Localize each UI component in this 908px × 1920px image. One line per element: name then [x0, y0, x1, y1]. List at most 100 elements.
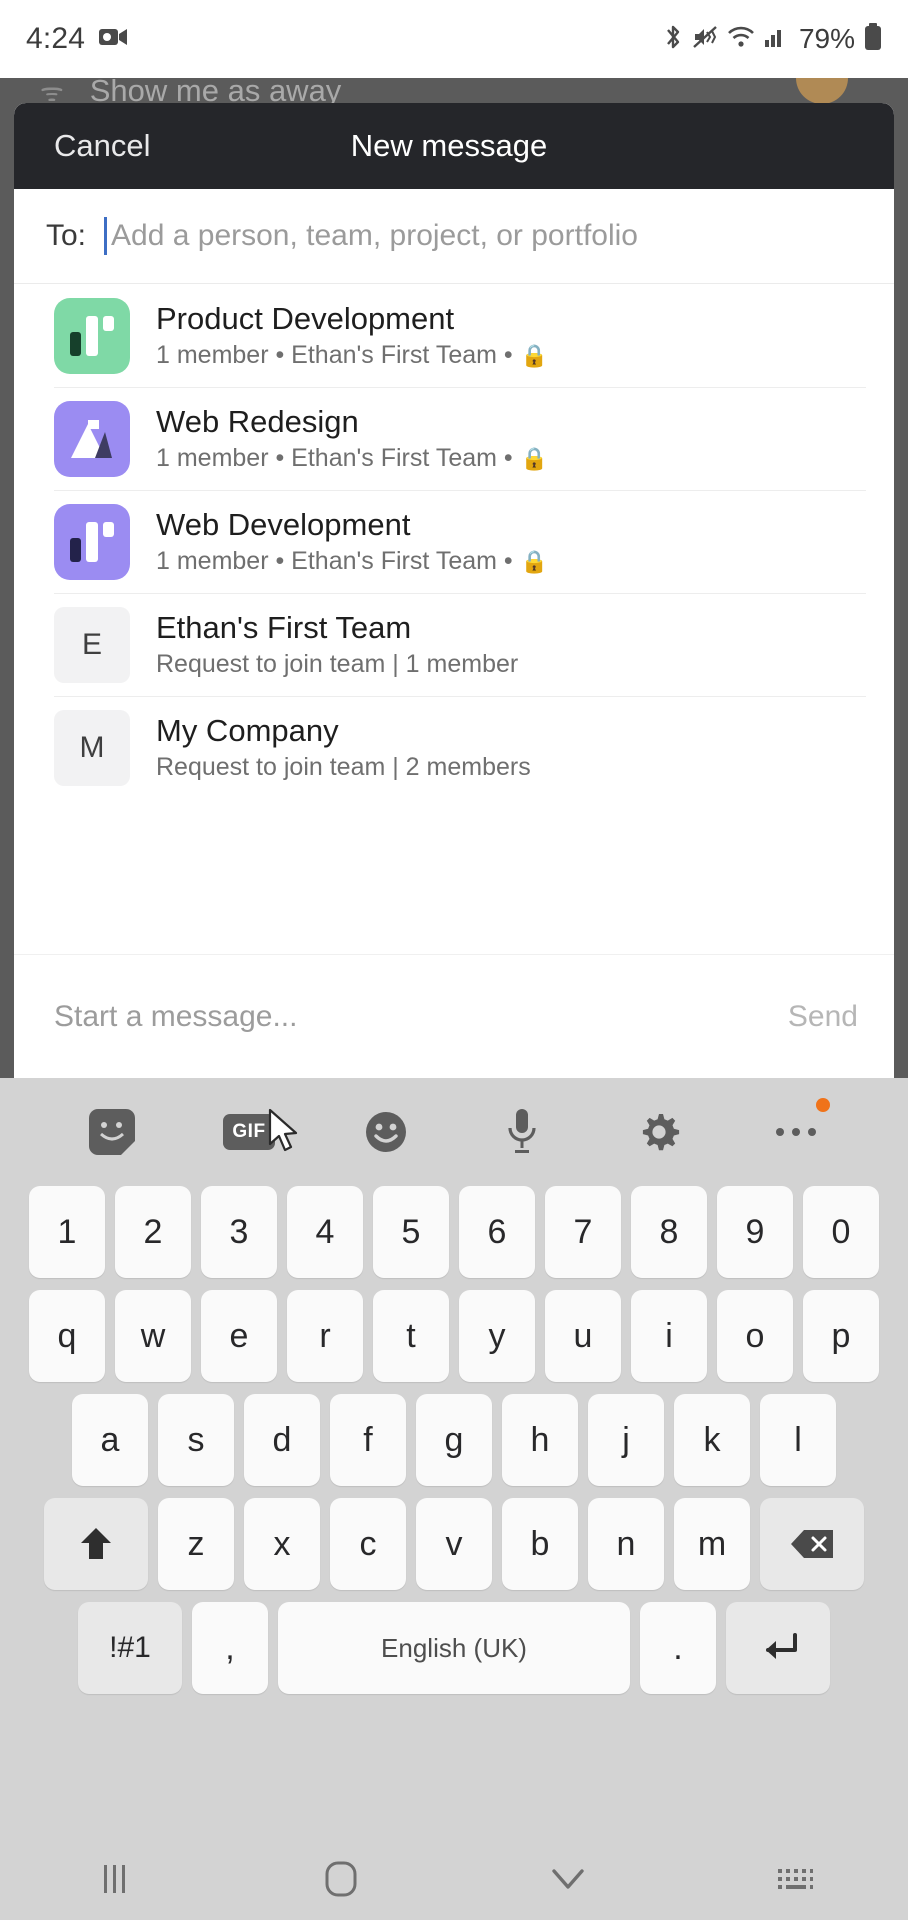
key-l[interactable]: l [760, 1394, 836, 1486]
gif-icon[interactable]: GIF [217, 1100, 281, 1164]
key-s[interactable]: s [158, 1394, 234, 1486]
key-j[interactable]: j [588, 1394, 664, 1486]
key-comma[interactable]: , [192, 1602, 268, 1694]
list-item[interactable]: Product Development 1 member • Ethan's F… [14, 284, 894, 387]
key-6[interactable]: 6 [459, 1186, 535, 1278]
to-input[interactable]: Add a person, team, project, or portfoli… [104, 217, 894, 255]
message-composer[interactable]: Start a message... Send [14, 954, 894, 1078]
recents-icon[interactable] [0, 1862, 227, 1896]
list-item[interactable]: E Ethan's First Team Request to join tea… [14, 593, 894, 696]
gif-label: GIF [223, 1114, 275, 1150]
background-row-label: Show me as away [89, 78, 342, 104]
key-1[interactable]: 1 [29, 1186, 105, 1278]
emoji-icon[interactable] [354, 1100, 418, 1164]
key-8[interactable]: 8 [631, 1186, 707, 1278]
key-z[interactable]: z [158, 1498, 234, 1590]
lock-icon: 🔒 [520, 445, 549, 471]
key-v[interactable]: v [416, 1498, 492, 1590]
to-field-row[interactable]: To: Add a person, team, project, or port… [14, 189, 894, 284]
to-label: To: [46, 219, 87, 252]
key-m[interactable]: m [674, 1498, 750, 1590]
avatar: M [54, 709, 130, 786]
send-button[interactable]: Send [788, 1000, 858, 1034]
keyboard-row-numbers: 1 2 3 4 5 6 7 8 9 0 [8, 1186, 900, 1278]
list-item-subtitle: 1 member • Ethan's First Team • 🔒 [156, 341, 548, 370]
key-n[interactable]: n [588, 1498, 664, 1590]
key-p[interactable]: p [803, 1290, 879, 1382]
key-d[interactable]: d [244, 1394, 320, 1486]
key-b[interactable]: b [502, 1498, 578, 1590]
battery-percent: 79% [798, 23, 855, 54]
status-bar-left: 4:24 [26, 22, 129, 56]
list-item-subtitle: 1 member • Ethan's First Team • 🔒 [156, 547, 548, 576]
key-t[interactable]: t [373, 1290, 449, 1382]
key-h[interactable]: h [502, 1394, 578, 1486]
enter-icon[interactable] [726, 1602, 830, 1694]
list-item[interactable]: Web Redesign 1 member • Ethan's First Te… [14, 387, 894, 490]
chevron-down-icon[interactable] [454, 1866, 681, 1892]
microphone-icon[interactable] [490, 1100, 554, 1164]
backspace-icon[interactable] [760, 1498, 864, 1590]
avatar [54, 297, 130, 374]
more-options-icon[interactable] [764, 1098, 830, 1164]
key-5[interactable]: 5 [373, 1186, 449, 1278]
key-c[interactable]: c [330, 1498, 406, 1590]
list-item-text: Product Development 1 member • Ethan's F… [156, 301, 548, 370]
status-bar-right: 79% [663, 22, 882, 56]
list-item-subtitle: Request to join team | 2 members [156, 753, 531, 781]
key-e[interactable]: e [201, 1290, 277, 1382]
list-item[interactable]: M My Company Request to join team | 2 me… [14, 696, 894, 799]
video-camera-icon [99, 26, 129, 53]
key-w[interactable]: w [115, 1290, 191, 1382]
key-q[interactable]: q [29, 1290, 105, 1382]
home-icon[interactable] [227, 1860, 454, 1898]
list-item-title: Product Development [156, 301, 455, 336]
wifi-icon [727, 25, 755, 54]
message-input-placeholder[interactable]: Start a message... [54, 1000, 297, 1034]
text-caret [104, 217, 108, 255]
key-u[interactable]: u [545, 1290, 621, 1382]
list-item[interactable]: Web Development 1 member • Ethan's First… [14, 490, 894, 593]
lock-icon: 🔒 [520, 342, 549, 368]
list-item-title: Ethan's First Team [156, 610, 412, 645]
list-item-title: My Company [156, 713, 339, 748]
key-7[interactable]: 7 [545, 1186, 621, 1278]
space-key[interactable]: English (UK) [278, 1602, 630, 1694]
key-o[interactable]: o [717, 1290, 793, 1382]
key-period[interactable]: . [640, 1602, 716, 1694]
to-input-placeholder: Add a person, team, project, or portfoli… [111, 219, 638, 252]
key-i[interactable]: i [631, 1290, 707, 1382]
cancel-button[interactable]: Cancel [54, 128, 151, 164]
avatar [54, 400, 130, 477]
keyboard-icon[interactable] [681, 1865, 908, 1893]
new-message-sheet: Cancel New message To: Add a person, tea… [14, 103, 894, 954]
cellular-signal-icon [764, 26, 786, 53]
bluetooth-icon [663, 23, 683, 56]
symbols-key[interactable]: !#1 [78, 1602, 182, 1694]
key-y[interactable]: y [459, 1290, 535, 1382]
key-9[interactable]: 9 [717, 1186, 793, 1278]
status-bar: 4:24 79% [0, 0, 908, 78]
lock-icon: 🔒 [520, 548, 549, 574]
list-item-subtitle-text: 1 member • Ethan's First Team • [156, 341, 513, 369]
list-item-title: Web Redesign [156, 404, 359, 439]
key-4[interactable]: 4 [287, 1186, 363, 1278]
key-x[interactable]: x [244, 1498, 320, 1590]
key-3[interactable]: 3 [201, 1186, 277, 1278]
key-r[interactable]: r [287, 1290, 363, 1382]
key-k[interactable]: k [674, 1394, 750, 1486]
key-0[interactable]: 0 [803, 1186, 879, 1278]
key-f[interactable]: f [330, 1394, 406, 1486]
keyboard-toolbar: GIF [0, 1078, 908, 1186]
mute-vibrate-icon [692, 24, 718, 55]
keyboard-row-home: a s d f g h j k l [8, 1394, 900, 1486]
status-time: 4:24 [26, 22, 86, 55]
gear-icon[interactable] [627, 1100, 691, 1164]
keyboard-row-top: q w e r t y u i o p [8, 1290, 900, 1382]
shift-icon[interactable] [44, 1498, 148, 1590]
on-screen-keyboard: GIF 1 2 3 4 5 6 7 8 9 0 q w e r t y u i … [0, 1078, 908, 1838]
key-g[interactable]: g [416, 1394, 492, 1486]
sticker-icon[interactable] [80, 1100, 144, 1164]
key-a[interactable]: a [72, 1394, 148, 1486]
key-2[interactable]: 2 [115, 1186, 191, 1278]
